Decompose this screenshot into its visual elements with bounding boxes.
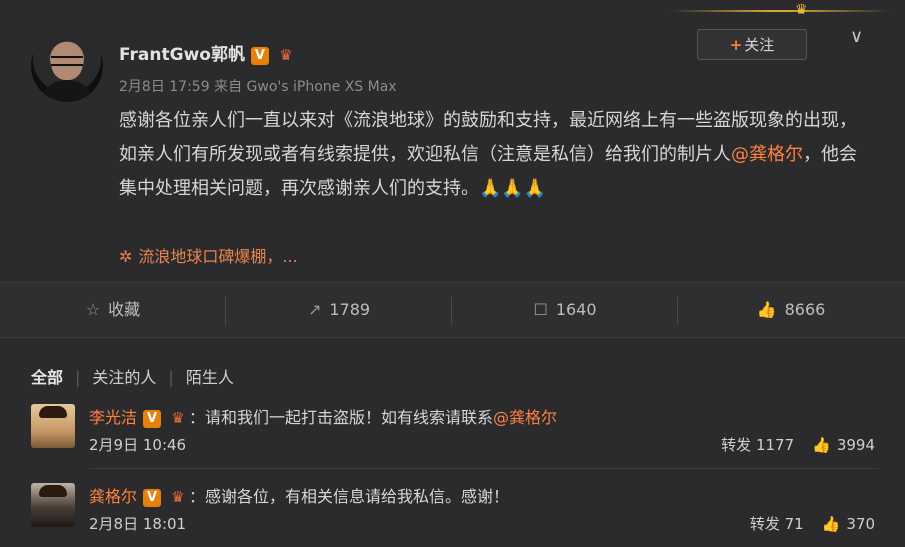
like-count: 8666 [784,300,826,319]
repost-button[interactable]: ↗ 1789 [226,283,452,337]
author-name[interactable]: FrantGwo郭帆 [119,45,245,65]
filter-separator: | [75,368,81,387]
comment-text: ：感谢各位，有相关信息请给我私信。感谢！ [189,487,510,506]
filter-separator: | [168,368,174,387]
commenter-name[interactable]: 龚格尔 [89,487,137,506]
comment-icon: ☐ [533,300,548,319]
post-content: 感谢各位亲人们一直以来对《流浪地球》的鼓励和支持，最近网络上有一些盗版现象的出现… [119,104,859,206]
praying-hands-emoji: 🙏🙏🙏 [479,178,547,199]
vip-crown-icon[interactable]: ♛ [167,409,189,427]
comment-text: ：请和我们一起打击盗版！如有线索请联系 [189,408,494,427]
favorite-label: 收藏 [108,300,141,319]
filter-tab-all[interactable]: 全部 [31,368,63,387]
favorite-button[interactable]: ☆ 收藏 [0,283,226,337]
repost-count: 1789 [329,300,371,319]
post-meta: 2月8日 17:59 来自 Gwo's iPhone XS Max [119,76,397,96]
thumbs-up-icon: 👍 [756,300,777,319]
comment-repost-button[interactable]: 转发 1177 [721,436,794,454]
commenter-name[interactable]: 李光洁 [89,408,137,427]
topic-flower-icon: ✲ [119,247,133,266]
thumbs-up-icon[interactable]: 👍 [822,515,841,533]
weibo-post: ♛ FrantGwo郭帆 V ♛ 2月8日 17:59 来自 Gwo's iPhon… [0,0,905,282]
comment-like-count: 370 [846,515,875,533]
chevron-down-icon[interactable]: ∨ [850,26,863,47]
comment-filter-tabs: 全部 | 关注的人 | 陌生人 [31,364,246,388]
content-mention-link[interactable]: @龚格尔 [731,144,803,165]
top-decoration-line [670,10,890,12]
topic-label: 流浪地球口碑爆棚，... [138,247,298,266]
comment-stats: 转发 1177 👍 3994 [721,434,875,455]
post-source: 来自 Gwo's iPhone XS Max [214,79,397,95]
vip-crown-icon[interactable]: ♛ [167,488,189,506]
vip-crown-icon[interactable]: ♛ [275,46,297,64]
plus-icon: + [729,36,743,54]
share-icon: ↗ [307,300,322,319]
top-crown-icon: ♛ [795,2,808,18]
author-name-row: FrantGwo郭帆 V ♛ [119,40,297,65]
comment-like-count: 3994 [836,436,875,454]
comment-divider [89,468,879,469]
topic-link[interactable]: ✲ 流浪地球口碑爆棚，... [119,243,298,267]
comment-time: 2月8日 18:01 [89,515,187,533]
comment-stats: 转发 71 👍 370 [750,513,875,534]
comment-line: 龚格尔 V ♛ ：感谢各位，有相关信息请给我私信。感谢！ [89,483,509,507]
comment-item: 李光洁 V ♛ ：请和我们一起打击盗版！如有线索请联系@龚格尔 2月9日 10:46 … [31,404,875,454]
follow-label: 关注 [744,36,775,54]
star-icon: ☆ [85,300,101,319]
comment-time: 2月9日 10:46 [89,436,187,454]
commenter-avatar[interactable] [31,483,75,527]
action-bar: ☆ 收藏 ↗ 1789 ☐ 1640 👍 8666 [0,282,905,338]
comment-item: 龚格尔 V ♛ ：感谢各位，有相关信息请给我私信。感谢！ 2月8日 18:01 转发 … [31,483,875,533]
comments-section: 全部 | 关注的人 | 陌生人 李光洁 V ♛ ：请和我们一起打击盗版！如有线索请联系@龚格尔… [0,338,905,547]
verified-badge-icon[interactable]: V [250,47,269,65]
follow-button[interactable]: + 关注 [697,29,807,60]
post-timestamp[interactable]: 2月8日 17:59 [119,79,210,95]
comment-count: 1640 [555,300,597,319]
thumbs-up-icon[interactable]: 👍 [812,436,831,454]
author-avatar[interactable] [31,30,103,102]
comment-mention-link[interactable]: @龚格尔 [493,408,557,427]
verified-badge-icon[interactable]: V [143,489,162,507]
filter-tab-following[interactable]: 关注的人 [92,368,156,387]
comment-button[interactable]: ☐ 1640 [452,283,678,337]
filter-tab-strangers[interactable]: 陌生人 [186,368,234,387]
comment-line: 李光洁 V ♛ ：请和我们一起打击盗版！如有线索请联系@龚格尔 [89,404,557,428]
like-button[interactable]: 👍 8666 [678,283,904,337]
comment-repost-button[interactable]: 转发 71 [750,515,804,533]
commenter-avatar[interactable] [31,404,75,448]
verified-badge-icon[interactable]: V [143,410,162,428]
